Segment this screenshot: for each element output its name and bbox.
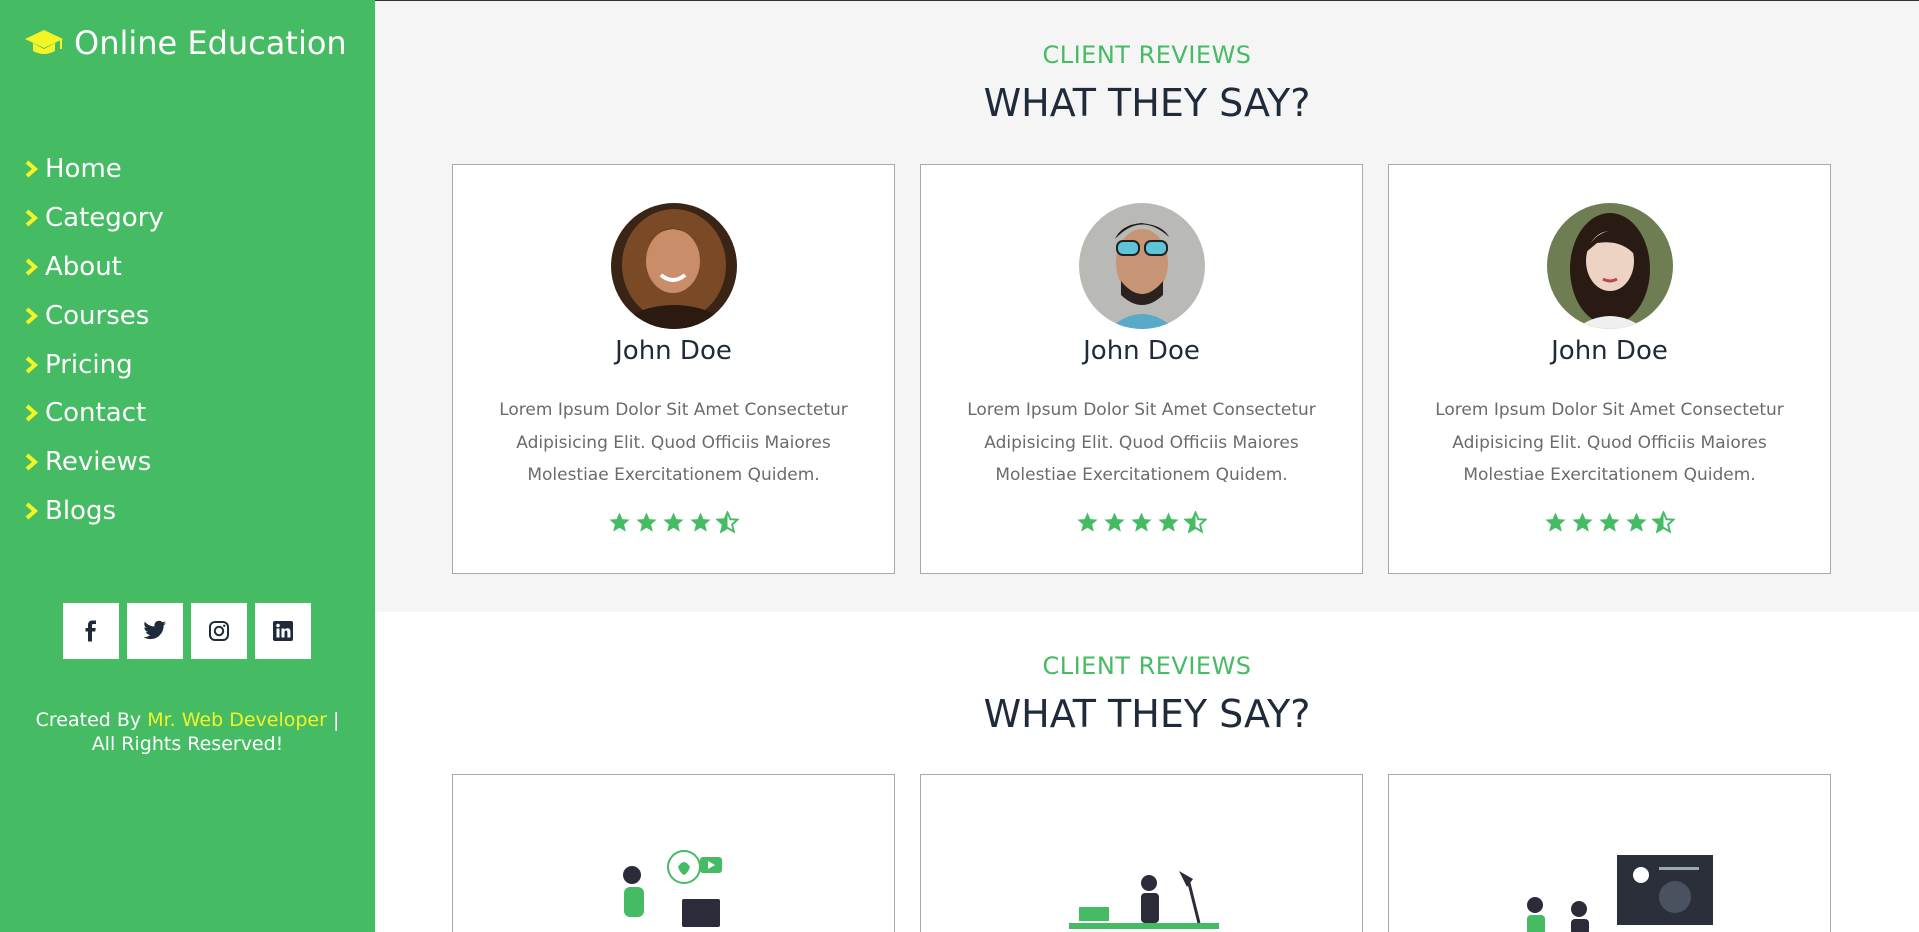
linkedin-icon [273, 621, 293, 641]
facebook-button[interactable] [63, 603, 119, 659]
star-full-icon [1545, 512, 1566, 532]
chevron-right-icon [25, 160, 38, 178]
star-full-icon [690, 512, 711, 532]
instagram-button[interactable] [191, 603, 247, 659]
reviewer-name: John Doe [1083, 336, 1200, 366]
star-full-icon [636, 512, 657, 532]
nav-item-category[interactable]: Category [24, 194, 164, 243]
star-full-icon [1104, 512, 1125, 532]
star-full-icon [1077, 512, 1098, 532]
rating-stars [921, 511, 1362, 534]
twitter-button[interactable] [127, 603, 183, 659]
reviewer-name: John Doe [1551, 336, 1668, 366]
online-learning-illustration [623, 850, 722, 927]
star-full-icon [1158, 512, 1179, 532]
credit-prefix: Created By [35, 709, 142, 731]
chevron-right-icon [25, 453, 38, 471]
chevron-right-icon [25, 258, 38, 276]
nav-item-contact[interactable]: Contact [24, 389, 164, 438]
nav-item-label: Home [45, 154, 122, 185]
rights-text: All Rights Reserved! [91, 733, 284, 755]
reviews-section-2: CLIENT REVIEWS WHAT THEY SAY? [375, 612, 1919, 932]
credit-separator: | [332, 709, 340, 731]
review-card: John Doe Lorem Ipsum Dolor Sit Amet Cons… [452, 164, 895, 574]
illustration-card [920, 774, 1363, 932]
rating-stars [1389, 511, 1830, 534]
facebook-icon [85, 620, 96, 642]
nav-item-label: Courses [45, 300, 150, 331]
reviews-section: CLIENT REVIEWS WHAT THEY SAY? John Doe L… [375, 1, 1919, 612]
instagram-icon [209, 621, 229, 641]
section-heading: WHAT THEY SAY? [983, 81, 1311, 125]
section-heading: WHAT THEY SAY? [983, 692, 1311, 736]
star-full-icon [1626, 512, 1647, 532]
nav-item-blogs[interactable]: Blogs [24, 487, 164, 536]
star-full-icon [609, 512, 630, 532]
linkedin-button[interactable] [255, 603, 311, 659]
nav-item-about[interactable]: About [24, 243, 164, 292]
star-half-icon [1184, 511, 1207, 534]
nav-item-label: Contact [45, 398, 147, 429]
nav-item-pricing[interactable]: Pricing [24, 340, 164, 389]
nav-menu: Home Category About Courses Pricing Cont… [24, 145, 164, 535]
reviewer-name: John Doe [615, 336, 732, 366]
chevron-right-icon [25, 209, 38, 227]
illustration-card [452, 774, 895, 932]
sidebar: Online Education Home Category About Cou… [0, 0, 375, 932]
brand-title: Online Education [74, 24, 347, 62]
review-text: Lorem Ipsum Dolor Sit Amet Consectetur A… [499, 400, 848, 485]
section-subheading: CLIENT REVIEWS [1042, 41, 1252, 69]
star-full-icon [1572, 512, 1593, 532]
graduation-cap-icon [25, 30, 63, 54]
chevron-right-icon [25, 404, 38, 422]
nav-item-label: About [45, 251, 122, 282]
review-card: John Doe Lorem Ipsum Dolor Sit Amet Cons… [1388, 164, 1831, 574]
nav-item-label: Category [45, 203, 164, 234]
main-content: CLIENT REVIEWS WHAT THEY SAY? John Doe L… [375, 0, 1919, 932]
nav-item-label: Pricing [45, 349, 133, 380]
brand-logo[interactable]: Online Education [24, 24, 347, 62]
chevron-right-icon [25, 307, 38, 325]
nav-item-courses[interactable]: Courses [24, 291, 164, 340]
avatar [1547, 203, 1673, 329]
chevron-right-icon [25, 356, 38, 374]
illustration-card [1388, 774, 1831, 932]
star-full-icon [1599, 512, 1620, 532]
review-text: Lorem Ipsum Dolor Sit Amet Consectetur A… [1435, 400, 1784, 485]
studying-illustration [1069, 871, 1219, 929]
review-text: Lorem Ipsum Dolor Sit Amet Consectetur A… [967, 400, 1316, 485]
nav-item-home[interactable]: Home [24, 145, 164, 194]
star-half-icon [1652, 511, 1675, 534]
nav-item-label: Blogs [45, 495, 117, 526]
presentation-illustration [1527, 855, 1713, 932]
avatar [611, 203, 737, 329]
social-links [63, 603, 311, 659]
twitter-icon [143, 620, 166, 640]
star-half-icon [716, 511, 739, 534]
nav-item-label: Reviews [45, 447, 152, 478]
chevron-right-icon [25, 502, 38, 520]
section-subheading: CLIENT REVIEWS [1042, 652, 1252, 680]
review-card: John Doe Lorem Ipsum Dolor Sit Amet Cons… [920, 164, 1363, 574]
rating-stars [453, 511, 894, 534]
avatar [1079, 203, 1205, 329]
footer-credit: Created By Mr. Web Developer | All Right… [0, 708, 375, 756]
author-link[interactable]: Mr. Web Developer [147, 709, 327, 731]
nav-item-reviews[interactable]: Reviews [24, 438, 164, 487]
star-full-icon [1131, 512, 1152, 532]
star-full-icon [663, 512, 684, 532]
